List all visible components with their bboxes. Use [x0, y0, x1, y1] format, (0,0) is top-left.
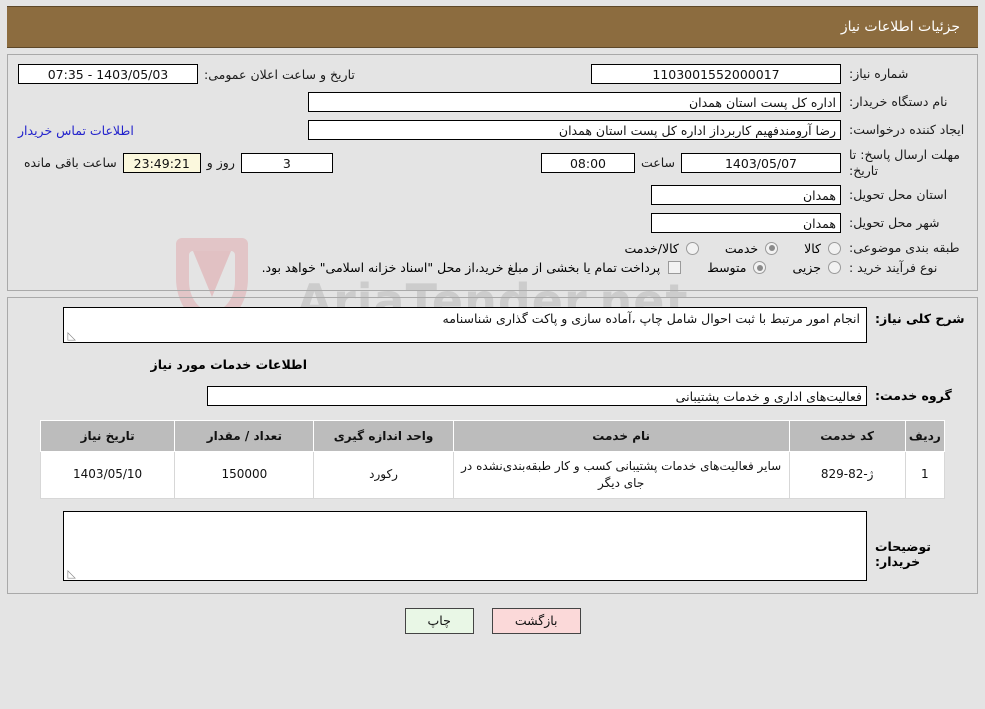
- description-label: شرح کلی نیاز:: [875, 310, 965, 326]
- countdown-timer: 23:49:21: [122, 152, 201, 173]
- service-group-value: فعالیت‌های اداری و خدمات پشتیبانی: [207, 385, 867, 406]
- cell-date: 1403/05/10: [39, 450, 176, 500]
- cell-radif: 1: [904, 450, 946, 500]
- treasury-note: پرداخت تمام یا بخشی از مبلغ خرید،از محل …: [261, 260, 661, 276]
- countdown-label: ساعت باقی مانده: [24, 155, 117, 171]
- need-number-value: 1103001552000017: [591, 64, 841, 84]
- action-button-bar: بازگشت چاپ: [0, 608, 985, 635]
- deadline-label: مهلت ارسال پاسخ: تا تاریخ:: [849, 147, 960, 178]
- deadline-date-value: 1403/05/07: [681, 152, 841, 173]
- resize-grip-icon[interactable]: ◺: [66, 330, 76, 341]
- need-summary-panel: شماره نیاز: 1103001552000017 تاریخ و ساع…: [7, 54, 978, 291]
- radio-label: خدمت: [724, 240, 759, 256]
- cell-unit: رکورد: [313, 450, 454, 500]
- cell-qty: 150000: [174, 450, 315, 500]
- table-header-row: ردیف کد خدمت نام خدمت واحد اندازه گیری ت…: [39, 419, 946, 452]
- row-process: نوع فرآیند خرید : جزیی متوسط پرداخت تمام…: [18, 260, 967, 276]
- row-deadline: مهلت ارسال پاسخ: تا تاریخ: 1403/05/07 سا…: [18, 147, 967, 178]
- row-need-number: شماره نیاز: 1103001552000017 تاریخ و ساع…: [18, 63, 967, 85]
- page-title-bar: جزئیات اطلاعات نیاز: [7, 6, 978, 48]
- remaining-days-label: روز و: [206, 155, 235, 171]
- col-header-radif: ردیف: [904, 419, 946, 452]
- radio-label: کالا: [804, 240, 821, 256]
- creator-label: ایجاد کننده درخواست:: [849, 122, 965, 138]
- city-label: شهر محل تحویل:: [849, 215, 940, 231]
- col-header-date: تاریخ نیاز: [39, 419, 176, 452]
- checkbox-treasury-docs[interactable]: پرداخت تمام یا بخشی از مبلغ خرید،از محل …: [262, 260, 682, 275]
- province-value: همدان: [651, 185, 841, 206]
- buyer-comments-textarea[interactable]: ◺: [63, 511, 867, 582]
- deadline-time-value: 08:00: [540, 152, 635, 173]
- radio-label: کالا/خدمت: [624, 240, 679, 256]
- description-value: انجام امور مرتبط با ثبت احوال شامل چاپ ،…: [442, 310, 860, 326]
- row-category: طبقه بندی موضوعی: کالا خدمت کالا/خدمت: [18, 240, 967, 256]
- page-title: جزئیات اطلاعات نیاز: [840, 19, 960, 35]
- row-province: استان محل تحویل: همدان: [18, 184, 967, 206]
- service-details-panel: شرح کلی نیاز: انجام امور مرتبط با ثبت اح…: [7, 296, 978, 595]
- announce-value: 1403/05/03 - 07:35: [18, 64, 198, 84]
- radio-icon[interactable]: [828, 241, 841, 255]
- row-buyer-comments: توضیحات خریدار: ◺: [18, 511, 967, 582]
- radio-process-motevaset[interactable]: متوسط: [707, 260, 767, 276]
- creator-value: رضا آرومندفهیم کاربرداز اداره کل پست است…: [308, 120, 841, 140]
- col-header-name: نام خدمت: [452, 419, 790, 452]
- col-header-qty: تعداد / مقدار: [174, 419, 315, 452]
- print-button[interactable]: چاپ: [404, 608, 474, 635]
- province-label: استان محل تحویل:: [849, 187, 948, 203]
- radio-category-khedmat[interactable]: خدمت: [724, 240, 779, 256]
- row-service-group: گروه خدمت: فعالیت‌های اداری و خدمات پشتی…: [18, 385, 967, 406]
- radio-label: جزیی: [792, 260, 821, 276]
- need-number-label: شماره نیاز:: [849, 66, 909, 82]
- services-section-title: اطلاعات خدمات مورد نیاز: [150, 356, 308, 372]
- checkbox-icon[interactable]: [668, 261, 682, 275]
- radio-category-kala[interactable]: کالا: [804, 241, 841, 256]
- buyer-org-value: اداره کل پست استان همدان: [308, 92, 841, 112]
- resize-grip-icon[interactable]: ◺: [66, 568, 76, 579]
- radio-selected-icon[interactable]: [765, 241, 779, 255]
- radio-category-kala-khedmat[interactable]: کالا/خدمت: [624, 240, 699, 256]
- table-row: 1 ژ-82-829 سایر فعالیت‌های خدمات پشتیبان…: [39, 450, 946, 500]
- col-header-unit: واحد اندازه گیری: [313, 419, 454, 452]
- row-city: شهر محل تحویل: همدان: [18, 212, 967, 234]
- description-textarea[interactable]: انجام امور مرتبط با ثبت احوال شامل چاپ ،…: [63, 306, 867, 343]
- row-creator: ایجاد کننده درخواست: رضا آرومندفهیم کارب…: [18, 119, 967, 141]
- category-label: طبقه بندی موضوعی:: [849, 240, 960, 256]
- announce-label: تاریخ و ساعت اعلان عمومی:: [204, 66, 355, 82]
- service-group-label: گروه خدمت:: [875, 388, 952, 403]
- row-buyer-org: نام دستگاه خریدار: اداره کل پست استان هم…: [18, 91, 967, 113]
- buyer-contact-link[interactable]: اطلاعات تماس خریدار: [18, 123, 134, 138]
- radio-label: متوسط: [707, 260, 747, 276]
- cell-name: سایر فعالیت‌های خدمات پشتیبانی کسب و کار…: [452, 450, 790, 500]
- services-table: ردیف کد خدمت نام خدمت واحد اندازه گیری ت…: [39, 419, 946, 500]
- back-button[interactable]: بازگشت: [491, 608, 581, 635]
- buyer-comments-label: توضیحات خریدار:: [875, 539, 931, 570]
- radio-process-jozei[interactable]: جزیی: [792, 260, 841, 275]
- city-value: همدان: [651, 213, 841, 234]
- radio-selected-icon[interactable]: [753, 261, 767, 275]
- buyer-org-label: نام دستگاه خریدار:: [849, 94, 948, 110]
- radio-icon[interactable]: [685, 241, 699, 255]
- col-header-code: کد خدمت: [788, 419, 906, 452]
- row-description: شرح کلی نیاز: انجام امور مرتبط با ثبت اح…: [18, 306, 967, 343]
- cell-code: ژ-82-829: [788, 450, 906, 500]
- hour-label: ساعت: [640, 155, 675, 171]
- radio-icon[interactable]: [828, 261, 841, 275]
- process-label: نوع فرآیند خرید :: [849, 259, 938, 275]
- remaining-days-value: 3: [240, 152, 333, 173]
